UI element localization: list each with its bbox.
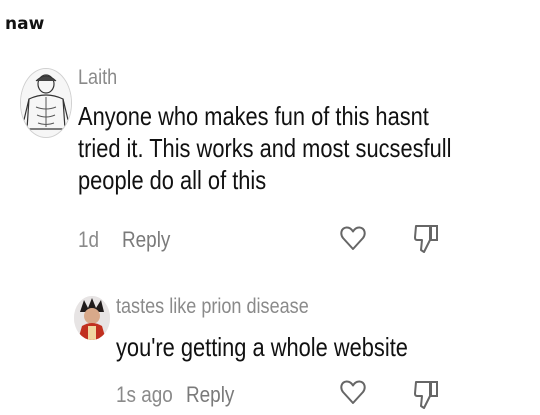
avatar[interactable] <box>74 296 110 340</box>
avatar-image <box>74 296 110 340</box>
page-title: naw <box>5 14 45 34</box>
reply-button[interactable]: Reply <box>186 382 234 408</box>
thumb-down-outline-icon[interactable] <box>414 222 440 259</box>
comment-timestamp: 1d <box>78 227 100 252</box>
comment-text: Anyone who makes fun of this hasnt tried… <box>78 101 452 195</box>
avatar-image <box>21 69 71 137</box>
comment-username[interactable]: tastes like prion disease <box>116 295 309 319</box>
heart-outline-icon[interactable] <box>340 378 366 411</box>
comment-text: you're getting a whole website <box>116 332 408 362</box>
heart-outline-icon[interactable] <box>340 224 366 257</box>
thumb-down-outline-icon[interactable] <box>414 378 440 415</box>
reply-button[interactable]: Reply <box>122 227 170 253</box>
comment-username[interactable]: Laith <box>78 66 117 90</box>
avatar[interactable] <box>20 68 72 138</box>
comment-timestamp: 1s ago <box>116 382 173 407</box>
